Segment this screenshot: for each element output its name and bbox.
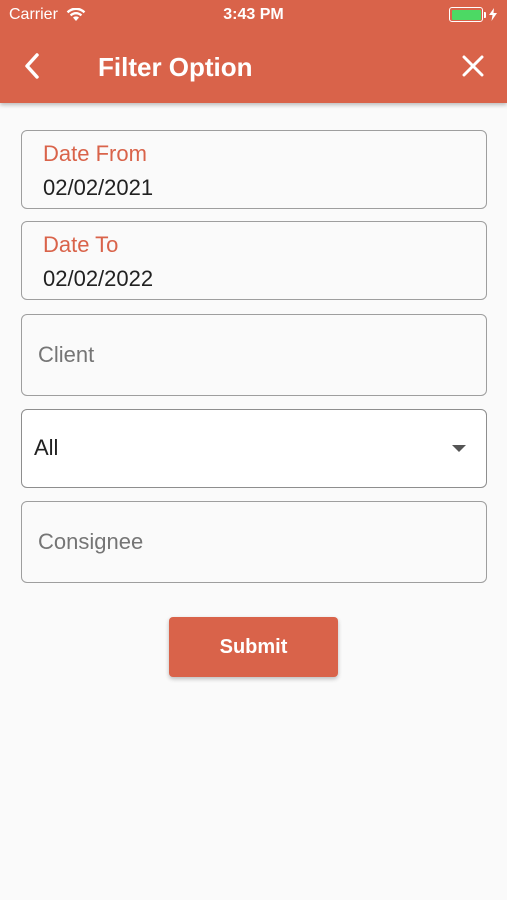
status-time: 3:43 PM [223,6,284,23]
page-title: Filter Option [98,52,253,82]
date-from-label: Date From [43,141,147,166]
submit-button[interactable]: Submit [169,617,338,677]
close-icon [462,55,484,77]
app-header: Carrier 3:43 PM Filter Option [0,0,507,103]
consignee-field[interactable]: Consignee [21,501,487,583]
client-field[interactable]: Client [21,314,487,396]
date-to-field[interactable]: Date To 02/02/2022 [21,221,487,300]
dropdown-arrow-icon [452,445,466,452]
date-to-value: 02/02/2022 [43,266,154,291]
battery-indicator [449,7,497,22]
date-from-value: 02/02/2021 [43,175,154,200]
chevron-left-icon [25,53,39,79]
back-button[interactable] [18,48,46,84]
date-from-field[interactable]: Date From 02/02/2021 [21,130,487,209]
battery-icon [449,7,483,22]
client-placeholder: Client [38,342,95,367]
status-select-value: All [34,435,59,460]
battery-level [451,9,481,20]
date-to-label: Date To [43,232,119,257]
consignee-placeholder: Consignee [38,529,144,554]
charging-bolt-icon [489,8,497,21]
status-bar: Carrier 3:43 PM [0,0,507,30]
toolbar: Filter Option [0,30,507,103]
status-select[interactable]: All [21,409,487,488]
close-button[interactable] [457,50,489,82]
battery-tip [484,11,486,18]
